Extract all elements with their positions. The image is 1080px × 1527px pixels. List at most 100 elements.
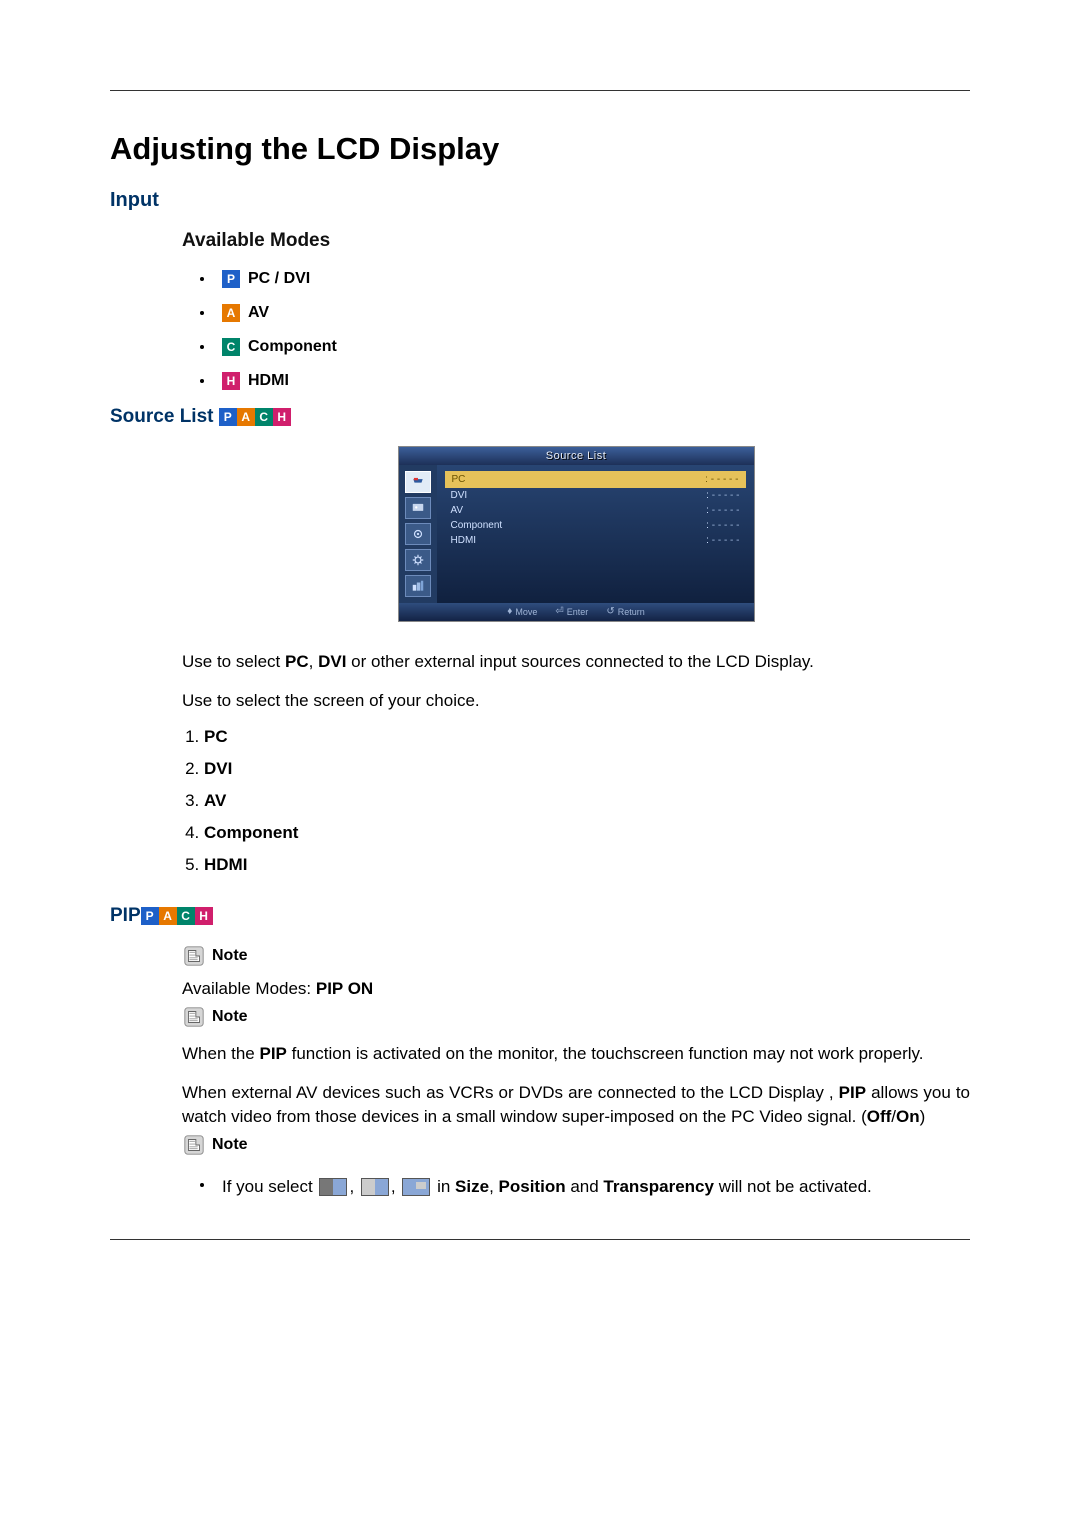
osd-item-value: - - - - - [712,535,740,546]
osd-item: DVI : - - - - - [445,488,746,503]
note-row: Note [182,945,970,967]
text: If you select [222,1177,317,1196]
text: , [489,1177,498,1196]
text: in [437,1177,455,1196]
available-modes-heading: Available Modes [182,230,970,252]
mode-row-av: A AV [182,304,970,322]
pip-available-modes: Available Modes: PIP ON [182,977,970,1002]
note-icon [182,945,206,967]
page-title: Adjusting the LCD Display [110,131,970,167]
osd-item-label: DVI [451,490,468,501]
text-bold: PIP ON [316,979,373,998]
mode-label: HDMI [248,372,289,390]
text: When the [182,1044,260,1063]
list-item: HDMI [204,855,970,875]
badge-h-icon: H [273,408,291,426]
osd-enter: ⏎ Enter [555,606,588,617]
osd-item: PC : - - - - - [445,471,746,488]
document-page: Adjusting the LCD Display Input Availabl… [0,0,1080,1330]
osd-item-value: - - - - - [712,520,740,531]
osd-body: PC : - - - - - DVI : - - - - - AV : - - … [399,465,754,603]
pip-note-1: When the PIP function is activated on th… [182,1042,970,1067]
mode-row-component: C Component [182,338,970,356]
list-item: PC [204,727,970,747]
osd-item-label: PC [452,474,466,485]
text: , [391,1177,400,1196]
pip-label: PIP [110,905,141,926]
mode-row-pc-dvi: P PC / DVI [182,270,970,288]
note-icon [182,1134,206,1156]
osd-item-value: - - - - - [712,505,740,516]
text-bold: Off [867,1107,892,1126]
pip-bullet: If you select , , in Size, Position and … [182,1174,970,1200]
text: When external AV devices such as VCRs or… [182,1083,839,1102]
text: or other external input sources connecte… [346,652,813,671]
text-bold: PIP [260,1044,287,1063]
note-icon [182,1006,206,1028]
text-bold: DVI [318,652,346,671]
mode-label: PC / DVI [248,270,310,288]
list-item: DVI [204,759,970,779]
osd-item-value: - - - - - [711,474,739,485]
pip-size-icon [319,1178,347,1196]
text: Use to select [182,652,285,671]
source-desc-2: Use to select the screen of your choice. [182,689,970,714]
pip-size-icon [402,1178,430,1196]
osd-sidebar [399,465,437,603]
badge-p-icon: P [219,408,237,426]
text: and [566,1177,604,1196]
source-numbered-list: PC DVI AV Component HDMI [182,727,970,875]
text: , [349,1177,358,1196]
osd-content: PC : - - - - - DVI : - - - - - AV : - - … [437,465,754,603]
pip-heading: PIPPACH [110,905,970,927]
text: Available Modes: [182,979,316,998]
note-label: Note [212,1008,248,1026]
mode-row-hdmi: H HDMI [182,372,970,390]
text-bold: Size [455,1177,489,1196]
text: will not be activated. [714,1177,872,1196]
osd-title: Source List [399,447,754,465]
osd-screenshot: Source List [398,446,755,622]
return-icon: ↺ [606,606,614,617]
badge-c-icon: C [177,907,195,925]
osd-item-label: AV [451,505,464,516]
badge-a-icon: A [222,304,240,322]
osd-item: Component : - - - - - [445,518,746,533]
text-bold: PC [285,652,309,671]
osd-move: ♦Move [507,606,537,617]
pip-bullet-text: If you select , , in Size, Position and … [222,1174,970,1200]
text: ) [920,1107,926,1126]
osd-return-label: Return [618,607,645,617]
list-item: Component [204,823,970,843]
source-list-label: Source List [110,406,213,427]
mode-label: Component [248,338,337,356]
bullet-icon [200,311,204,315]
updown-icon: ♦ [507,606,512,617]
osd-setup-icon [405,549,431,571]
input-heading: Input [110,189,970,212]
text: , [309,652,318,671]
top-rule [110,90,970,91]
osd-item-label: HDMI [451,535,477,546]
enter-icon: ⏎ [555,606,563,617]
bullet-icon [200,1183,204,1187]
badge-h-icon: H [222,372,240,390]
badge-c-icon: C [255,408,273,426]
osd-picture-icon [405,497,431,519]
text-bold: DVI [204,759,232,778]
text-bold: Component [204,823,298,842]
source-desc-1: Use to select PC, DVI or other external … [182,650,970,675]
note-label: Note [212,947,248,965]
osd-item: AV : - - - - - [445,503,746,518]
bullet-icon [200,379,204,383]
source-list-section: Source List [110,446,970,875]
osd-footer: ♦Move ⏎ Enter ↺ Return [399,603,754,621]
text: function is activated on the monitor, th… [287,1044,924,1063]
text-bold: AV [204,791,226,810]
note-row: Note [182,1134,970,1156]
text-bold: PIP [839,1083,866,1102]
osd-enter-label: Enter [567,607,589,617]
source-list-badges: PACH [219,406,291,427]
note-row: Note [182,1006,970,1028]
osd-move-label: Move [515,607,537,617]
